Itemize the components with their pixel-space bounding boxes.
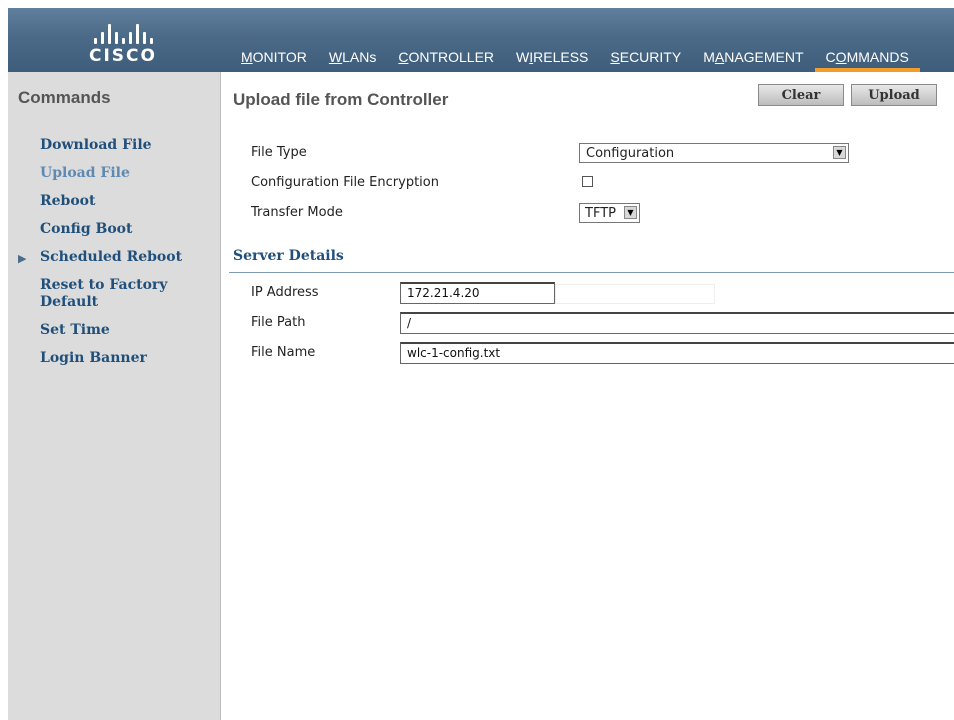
file-type-select[interactable]: Configuration ▼ [579,143,849,163]
encryption-label: Configuration File Encryption [251,175,439,190]
nav-controller[interactable]: CONTROLLER [387,44,505,72]
sidebar-menu: Download File Upload File Reboot Config … [8,132,220,373]
file-type-label: File Type [251,145,307,160]
sidebar-item-upload-file[interactable]: Upload File [8,160,220,188]
transfer-mode-select[interactable]: TFTP ▼ [579,203,640,223]
server-details-heading: Server Details [233,248,344,264]
encryption-checkbox[interactable] [582,176,593,187]
top-header: CISCO MONITOR WLANs CONTROLLER WIRELESS … [8,8,954,72]
sidebar-item-set-time[interactable]: Set Time [8,317,220,345]
sidebar: Commands Download File Upload File Reboo… [8,72,221,720]
transfer-mode-value: TFTP [585,206,616,221]
upload-button[interactable]: Upload [851,84,937,106]
nav-security[interactable]: SECURITY [599,44,692,72]
ip-address-input[interactable]: 172.21.4.20 [400,282,555,304]
main-content: Upload file from Controller Clear Upload… [221,72,954,720]
sidebar-item-login-banner[interactable]: Login Banner [8,345,220,373]
sidebar-title: Commands [18,88,111,107]
page-title: Upload file from Controller [233,90,449,109]
sidebar-item-reset-factory[interactable]: Reset to Factory Default [8,272,190,317]
sidebar-item-label: Scheduled Reboot [40,249,183,265]
transfer-mode-label: Transfer Mode [251,205,343,220]
sidebar-item-scheduled-reboot[interactable]: ▶ Scheduled Reboot [8,244,220,272]
ip-field-shadow [555,284,715,304]
triangle-down-icon: ▼ [833,146,846,159]
sidebar-item-download-file[interactable]: Download File [8,132,220,160]
nav-management[interactable]: MANAGEMENT [692,44,814,72]
clear-button[interactable]: Clear [758,84,844,106]
file-path-label: File Path [251,315,306,330]
section-divider [229,272,954,273]
nav-monitor[interactable]: MONITOR [230,44,318,72]
ip-address-label: IP Address [251,285,319,300]
nav-commands[interactable]: COMMANDS [814,44,920,72]
cisco-logo: CISCO [68,18,178,66]
triangle-down-icon: ▼ [624,206,637,219]
file-name-label: File Name [251,345,316,360]
file-name-input[interactable]: wlc-1-config.txt [400,342,954,364]
file-type-value: Configuration [586,146,675,161]
sidebar-item-reboot[interactable]: Reboot [8,188,220,216]
sidebar-item-config-boot[interactable]: Config Boot [8,216,220,244]
main-nav: MONITOR WLANs CONTROLLER WIRELESS SECURI… [230,44,920,72]
nav-wlans[interactable]: WLANs [318,44,387,72]
nav-wireless[interactable]: WIRELESS [505,44,599,72]
cisco-bars-icon [68,24,178,44]
logo-text: CISCO [89,46,157,66]
triangle-right-icon: ▶ [18,252,27,265]
file-path-input[interactable]: / [400,312,954,334]
